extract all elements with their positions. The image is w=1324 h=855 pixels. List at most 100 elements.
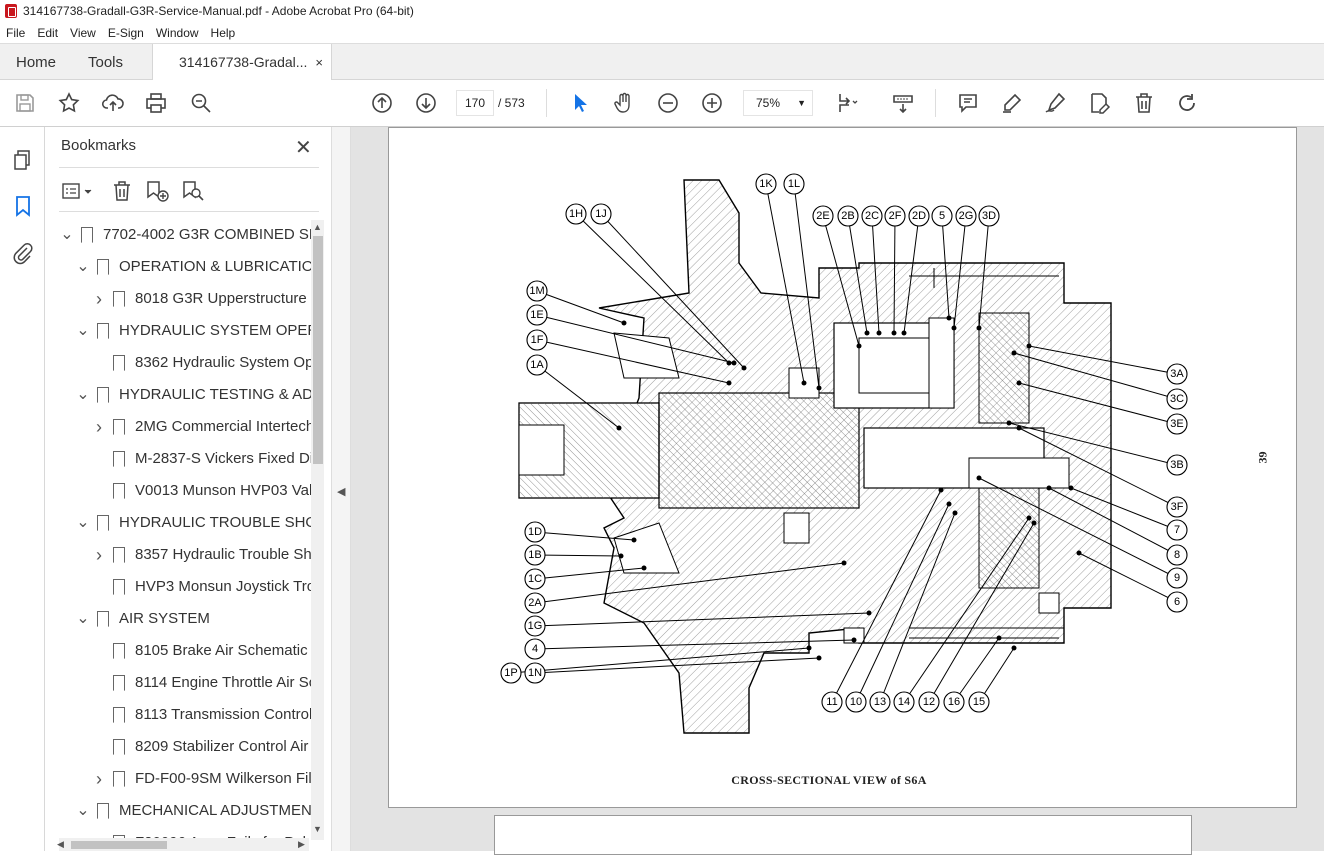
leader-arrowhead [946, 501, 952, 507]
leader-arrowhead [741, 365, 747, 371]
bookmark-item[interactable]: › 8018 G3R Upperstructure C [91, 283, 311, 315]
leader-arrowhead [952, 510, 958, 516]
hand-icon[interactable] [612, 91, 636, 115]
scroll-mode-icon[interactable] [891, 91, 915, 115]
callout-marker: 2G [951, 205, 977, 331]
bookmark-item[interactable]: V0013 Munson HVP03 Valv [91, 475, 311, 507]
tab-tools[interactable]: Tools [88, 44, 123, 81]
find-bookmark-icon[interactable] [180, 179, 206, 203]
leader-line [534, 612, 870, 627]
new-bookmark-icon[interactable] [144, 179, 170, 203]
bookmarks-panel-icon[interactable] [11, 194, 35, 218]
chevron-down-icon[interactable]: ⌄ [59, 219, 75, 251]
menu-help[interactable]: Help [205, 26, 242, 40]
bookmark-icon [97, 803, 109, 819]
callout-label: 3C [1170, 393, 1184, 405]
callout-label: 8 [1174, 549, 1180, 561]
bookmark-item[interactable]: ⌄ MECHANICAL ADJUSTMENTS [75, 795, 311, 827]
close-icon[interactable]: ✕ [295, 135, 312, 160]
page-down-icon[interactable] [414, 91, 438, 115]
menu-edit[interactable]: Edit [31, 26, 64, 40]
chevron-down-icon[interactable]: ⌄ [75, 603, 91, 635]
zoom-in-icon[interactable] [700, 91, 724, 115]
fit-page-icon[interactable] [836, 91, 860, 115]
zoom-search-icon[interactable] [189, 91, 213, 115]
menu-esign[interactable]: E-Sign [102, 26, 150, 40]
chevron-right-icon[interactable]: › [91, 539, 107, 571]
bookmark-item[interactable]: › 2MG Commercial Intertech [91, 411, 311, 443]
bookmark-item[interactable]: HVP3 Monsun Joystick Trou [91, 571, 311, 603]
bookmark-item[interactable]: ⌄ HYDRAULIC TROUBLE SHOOT [75, 507, 311, 539]
chevron-down-icon[interactable]: ⌄ [75, 379, 91, 411]
bookmark-item[interactable]: › FD-F00-9SM Wilkerson Filt [91, 763, 311, 795]
leader-line [534, 562, 845, 604]
star-icon[interactable] [57, 91, 81, 115]
page-up-icon[interactable] [370, 91, 394, 115]
bookmark-scroll-thumb[interactable] [313, 236, 323, 464]
bookmark-item[interactable]: 8113 Transmission Control [91, 699, 311, 731]
bookmark-hscroll-thumb[interactable] [71, 841, 167, 849]
chevron-right-icon[interactable]: › [91, 411, 107, 443]
bookmarks-panel: Bookmarks ✕ ⌄ 7702-4002 G3R COMBINED SER ⌄… [45, 127, 330, 851]
chevron-down-icon[interactable]: ⌄ [75, 795, 91, 827]
upload-icon[interactable] [101, 91, 125, 115]
bookmark-icon [97, 387, 109, 403]
page-thumbnails-icon[interactable] [11, 148, 35, 172]
scroll-up-arrow-icon[interactable]: ▲ [313, 222, 322, 232]
bookmark-item[interactable]: 8209 Stabilizer Control Air [91, 731, 308, 763]
print-icon[interactable] [144, 91, 168, 115]
bookmark-icon [97, 259, 109, 275]
chevron-down-icon[interactable]: ⌄ [75, 251, 91, 283]
rotate-icon[interactable] [1175, 91, 1199, 115]
menu-file[interactable]: File [0, 26, 31, 40]
tab-home[interactable]: Home [16, 44, 56, 81]
bookmark-item[interactable]: 8105 Brake Air Schematic [91, 635, 308, 667]
toolbar-divider [546, 89, 547, 117]
page-number-input[interactable]: 170 [456, 90, 494, 116]
scroll-down-arrow-icon[interactable]: ▼ [313, 824, 322, 834]
callout-label: 5 [939, 210, 945, 222]
chevron-right-icon[interactable]: › [91, 763, 107, 795]
highlight-icon[interactable] [1000, 91, 1024, 115]
callout-label: 6 [1174, 596, 1180, 608]
leader-arrowhead [1016, 380, 1022, 386]
scroll-right-arrow-icon[interactable]: ▶ [298, 839, 305, 850]
callout-label: 3A [1170, 368, 1184, 380]
bookmark-item[interactable]: ⌄ AIR SYSTEM [75, 603, 210, 635]
leader-arrowhead [866, 610, 872, 616]
chevron-down-icon[interactable]: ⌄ [75, 507, 91, 539]
callout-marker: 2D [901, 205, 930, 336]
delete-bookmark-icon[interactable] [110, 179, 134, 203]
chevron-right-icon[interactable]: › [91, 283, 107, 315]
sign-icon[interactable] [1043, 91, 1067, 115]
tab-document[interactable]: 314167738-Gradal... × [152, 44, 332, 82]
bookmark-item[interactable]: ⌄ HYDRAULIC SYSTEM OPERAT [75, 315, 311, 347]
bookmark-item[interactable]: ⌄ HYDRAULIC TESTING & ADJU [75, 379, 311, 411]
leader-arrowhead [946, 315, 952, 321]
menu-view[interactable]: View [64, 26, 102, 40]
edit-pdf-icon[interactable] [1087, 91, 1111, 115]
bookmark-item[interactable]: 8114 Engine Throttle Air Sc [91, 667, 311, 699]
select-arrow-icon[interactable] [568, 91, 592, 115]
bookmark-item[interactable]: › 8357 Hydraulic Trouble Sho [91, 539, 311, 571]
comment-icon[interactable] [956, 91, 980, 115]
menu-window[interactable]: Window [150, 26, 205, 40]
tab-close-icon[interactable]: × [315, 44, 323, 81]
zoom-level-select[interactable]: 75% ▼ [743, 90, 813, 116]
bookmark-options-icon[interactable] [61, 179, 95, 203]
bookmark-item[interactable]: 8362 Hydraulic System Ope [91, 347, 311, 379]
bookmark-item[interactable]: ⌄ 7702-4002 G3R COMBINED SER [59, 219, 311, 251]
callout-label: 1A [530, 359, 544, 371]
leader-line [953, 215, 967, 329]
attachments-icon[interactable] [11, 241, 35, 265]
callout-marker: 15 [968, 645, 1017, 713]
bookmark-item[interactable]: M-2837-S Vickers Fixed Dis [91, 443, 311, 475]
zoom-out-icon[interactable] [656, 91, 680, 115]
delete-icon[interactable] [1132, 91, 1156, 115]
save-icon[interactable] [13, 91, 37, 115]
collapse-panel-handle[interactable]: ◀ [331, 127, 351, 851]
callout-label: 1L [788, 178, 800, 190]
scroll-left-arrow-icon[interactable]: ◀ [57, 839, 64, 850]
chevron-down-icon[interactable]: ⌄ [75, 315, 91, 347]
bookmark-item[interactable]: ⌄ OPERATION & LUBRICATION [75, 251, 311, 283]
